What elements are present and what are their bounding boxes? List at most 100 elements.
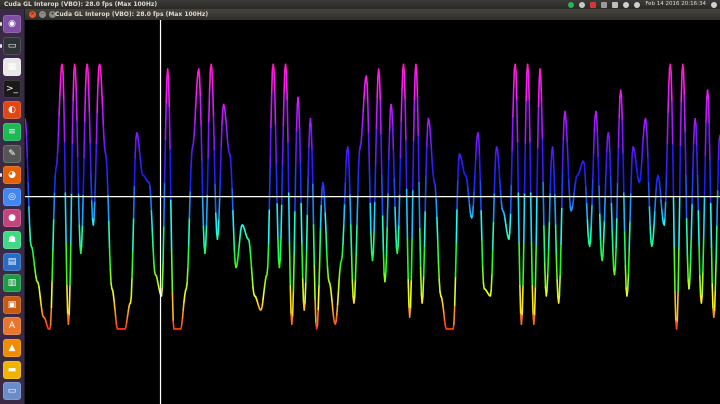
waveform-segment	[162, 225, 165, 264]
waveform-segment	[708, 122, 711, 162]
waveform-segment	[434, 186, 437, 200]
waveform-segment	[683, 94, 686, 133]
waveform-segment	[648, 206, 652, 229]
waveform-segment	[474, 144, 478, 160]
waveform-segment	[280, 163, 284, 205]
waveform-segment	[217, 218, 220, 235]
waveform-segment	[344, 162, 347, 183]
waveform-segment	[87, 85, 91, 114]
waveform-segment	[102, 124, 105, 142]
waveform-segment	[393, 178, 396, 209]
waveform-segment	[53, 173, 57, 193]
android-icon[interactable]: ☗	[3, 231, 21, 249]
calendar-icon[interactable]: ▦	[3, 58, 21, 77]
close-button[interactable]: ×	[29, 11, 36, 18]
waveform-segment	[38, 286, 41, 294]
waveform-segment	[303, 301, 306, 311]
spotify-icon[interactable]: ≡	[3, 123, 21, 141]
waveform-segment	[169, 149, 172, 201]
waveform-segment	[56, 134, 60, 154]
window-title-bar[interactable]: × – + Cuda GL Interop (VBO): 28.0 fps (M…	[25, 9, 720, 20]
vlc-icon[interactable]: ▲	[3, 339, 21, 357]
waveform-segment	[554, 224, 558, 256]
waveform-segment	[561, 138, 565, 172]
waveform-segment	[218, 196, 221, 221]
volume-icon[interactable]	[634, 1, 641, 8]
waveform-segment	[537, 77, 541, 108]
waveform-segment	[33, 263, 36, 272]
font-icon[interactable]: A	[3, 317, 21, 336]
waveform-segment	[475, 135, 479, 147]
waveform-segment	[394, 206, 397, 233]
waveform-segment	[622, 153, 625, 194]
waveform-segment	[508, 231, 511, 240]
waveform-segment	[443, 319, 447, 327]
waveform-segment	[251, 277, 254, 289]
waveform-segment	[330, 293, 334, 304]
ubuntu-software-icon[interactable]: ◐	[3, 101, 21, 120]
waveform-segment	[628, 220, 631, 251]
clock[interactable]: Feb 14 2016 20:16:34	[645, 0, 706, 9]
files-icon[interactable]: ▭	[3, 382, 21, 401]
waveform-plot[interactable]	[25, 20, 720, 404]
waveform-segment	[713, 289, 717, 311]
firefox-icon[interactable]: ◕	[3, 166, 21, 185]
calc-icon[interactable]: ▥	[3, 274, 21, 293]
waveform-segment	[374, 127, 378, 166]
waveform-segment	[597, 156, 600, 187]
waveform-segment	[616, 146, 620, 184]
waveform-segment	[281, 124, 285, 166]
chrome-icon[interactable]: ◎	[3, 187, 21, 206]
audio-icon[interactable]	[579, 1, 586, 8]
waveform-segment	[282, 91, 285, 127]
waveform-segment	[186, 267, 189, 285]
waveform-segment	[390, 103, 393, 111]
waveform-segment	[584, 186, 588, 205]
waveform-segment	[641, 137, 645, 152]
terminal-dark-icon[interactable]: >_	[3, 79, 21, 98]
waveform-segment	[72, 71, 75, 102]
waveform-segment	[471, 204, 475, 216]
keyboard-icon[interactable]	[612, 1, 619, 8]
waveform-segment	[82, 156, 85, 196]
waveform-segment	[322, 185, 326, 198]
waveform-segment	[590, 203, 593, 228]
dash-icon[interactable]: ◉	[3, 15, 21, 33]
waveform-segment	[520, 313, 524, 326]
waveform-segment	[137, 138, 140, 147]
waveform-segment	[152, 245, 155, 262]
minimize-button[interactable]: –	[39, 11, 46, 18]
waveform-segment	[526, 63, 530, 73]
waveform-segment	[585, 202, 589, 221]
waveform-segment	[558, 274, 562, 297]
waveform-segment	[583, 163, 586, 175]
wifi-icon[interactable]	[623, 1, 630, 8]
waveform-segment	[300, 202, 303, 246]
waveform-segment	[613, 266, 617, 276]
gnome-tweak-icon[interactable]: ✎	[3, 144, 21, 163]
media-player-icon[interactable]: ●	[3, 209, 21, 228]
writer-icon[interactable]: ▤	[3, 252, 21, 271]
waveform-segment	[584, 172, 587, 189]
waveform-segment	[84, 68, 88, 91]
waveform-segment	[455, 208, 458, 244]
waveform-segment	[325, 250, 329, 268]
archive-icon[interactable]: ▬	[3, 360, 21, 379]
waveform-segment	[301, 243, 304, 280]
battery-icon[interactable]	[601, 1, 608, 8]
waveform-segment	[678, 144, 682, 198]
waveform-segment	[81, 193, 85, 227]
waveform-segment	[363, 77, 367, 88]
power-icon[interactable]	[711, 1, 717, 8]
waveform-segment	[516, 142, 520, 194]
waveform-segment	[94, 142, 98, 176]
spotify-icon[interactable]	[568, 1, 575, 8]
terminal-icon[interactable]: ▭	[3, 36, 21, 55]
waveform-segment	[32, 256, 36, 265]
waveform-segment	[305, 213, 309, 252]
waveform-segment	[591, 152, 595, 180]
notification-icon[interactable]	[590, 1, 597, 8]
running-indicator	[0, 173, 2, 178]
impress-icon[interactable]: ▣	[3, 295, 21, 314]
waveform-segment	[353, 296, 356, 304]
